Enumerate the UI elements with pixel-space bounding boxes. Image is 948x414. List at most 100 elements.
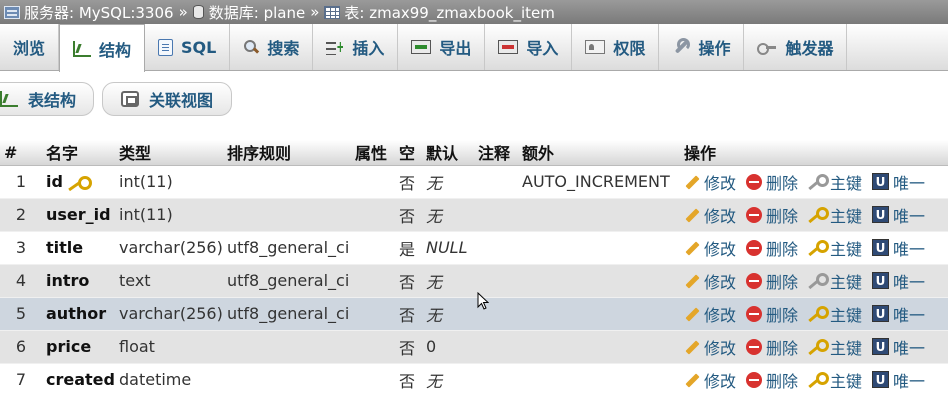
edit-button[interactable]: 修改 [684,335,736,359]
delete-button[interactable]: 删除 [746,302,798,326]
unique-button[interactable]: U 唯一 [872,269,925,293]
primary-key-button[interactable]: 主键 [808,203,862,227]
row-comment [474,362,518,396]
primary-label: 主键 [830,371,863,391]
row-name-cell: created [42,362,115,396]
table-row[interactable]: 1 id int(11) 否 无 AUTO_INCREMENT 修改 删除 主键… [0,164,948,198]
delete-icon [746,173,763,190]
tab-import[interactable]: 导入 [485,24,573,70]
unique-label: 唯一 [893,272,926,292]
edit-button[interactable]: 修改 [684,203,736,227]
primary-key-button: 主键 [808,170,862,194]
delete-button[interactable]: 删除 [746,203,798,227]
tab-search[interactable]: 搜索 [230,24,314,70]
row-collation: utf8_general_ci [223,230,351,264]
unique-button[interactable]: U 唯一 [872,236,925,260]
sql-icon [158,38,174,56]
key-icon [808,272,830,289]
table-row[interactable]: 7 created datetime 否 无 修改 删除 主键 U 唯一 [0,362,948,396]
subtab-table-structure[interactable]: 表结构 [0,82,94,116]
unique-button[interactable]: U 唯一 [872,170,925,194]
delete-button[interactable]: 删除 [746,236,798,260]
row-type: int(11) [115,197,223,231]
primary-key-button[interactable]: 主键 [808,335,862,359]
delete-button[interactable]: 删除 [746,335,798,359]
table-row[interactable]: 4 intro text utf8_general_ci 否 无 修改 删除 主… [0,263,948,297]
unique-icon: U [872,371,890,389]
tab-insert[interactable]: 插入 [313,24,399,70]
breadcrumb-database[interactable]: 数据库: plane [192,2,305,23]
unique-button[interactable]: U 唯一 [872,302,925,326]
edit-button[interactable]: 修改 [684,368,736,392]
tab-export[interactable]: 导出 [398,24,486,70]
field-name: created [46,370,115,390]
primary-key-button[interactable]: 主键 [808,302,862,326]
column-header-number: # [0,140,42,166]
table-row[interactable]: 6 price float 否 0 修改 删除 主键 U 唯一 [0,329,948,363]
tab-triggers[interactable]: 触发器 [744,24,848,70]
delete-label: 删除 [766,338,799,358]
delete-icon [746,239,763,256]
delete-button[interactable]: 删除 [746,170,798,194]
subtab-relation-view[interactable]: 关联视图 [102,82,232,116]
import-icon [498,40,519,54]
primary-key-button[interactable]: 主键 [808,236,862,260]
search-icon [243,39,259,55]
breadcrumb-server[interactable]: 服务器: MySQL:3306 [4,2,174,23]
edit-button[interactable]: 修改 [684,302,736,326]
primary-key-icon [67,175,92,190]
row-name-cell: user_id [42,197,115,231]
edit-button[interactable]: 修改 [684,269,736,293]
primary-label: 主键 [830,239,863,259]
row-type: varchar(256) [115,296,223,330]
delete-label: 删除 [766,371,799,391]
row-extra [518,263,680,297]
tab-browse[interactable]: 浏览 [0,24,60,70]
key-icon [808,371,830,388]
row-null: 否 [395,197,422,231]
unique-button[interactable]: U 唯一 [872,368,925,392]
table-row[interactable]: 3 title varchar(256) utf8_general_ci 是 N… [0,230,948,264]
tab-operations[interactable]: 操作 [659,24,745,70]
sub-tab-bar: 表结构 关联视图 [0,82,232,118]
delete-icon [746,272,763,289]
edit-label: 修改 [704,239,737,259]
breadcrumb-table[interactable]: 表: zmax99_zmaxbook_item [324,2,555,23]
delete-label: 删除 [766,206,799,226]
unique-icon: U [872,239,890,256]
row-default: 无 [422,296,474,330]
row-extra [518,329,680,363]
unique-label: 唯一 [893,206,926,226]
row-attributes [351,230,395,264]
tab-sql[interactable]: SQL [145,24,231,70]
unique-button[interactable]: U 唯一 [872,335,925,359]
row-null: 否 [395,164,422,198]
row-type: int(11) [115,164,223,198]
edit-button[interactable]: 修改 [684,170,736,194]
row-attributes [351,263,395,297]
structure-table: # 名字 类型 排序规则 属性 空 默认 注释 额外 操作 1 id int(1… [0,140,948,396]
table-row[interactable]: 5 author varchar(256) utf8_general_ci 否 … [0,296,948,330]
table-row[interactable]: 2 user_id int(11) 否 无 修改 删除 主键 U 唯一 [0,197,948,231]
row-type: text [115,263,223,297]
key-icon [808,239,830,256]
row-extra [518,362,680,396]
edit-label: 修改 [704,206,737,226]
delete-button[interactable]: 删除 [746,269,798,293]
primary-key-button[interactable]: 主键 [808,368,862,392]
row-null: 否 [395,263,422,297]
breadcrumb-table-label: 表: zmax99_zmaxbook_item [344,3,555,22]
edit-label: 修改 [704,272,737,292]
row-extra [518,230,680,264]
tab-privileges[interactable]: 权限 [572,24,660,70]
delete-button[interactable]: 删除 [746,368,798,392]
unique-button[interactable]: U 唯一 [872,203,925,227]
edit-button[interactable]: 修改 [684,236,736,260]
row-number: 3 [0,230,42,264]
tab-structure[interactable]: 结构 [59,24,146,72]
primary-label: 主键 [830,305,863,325]
row-actions: 修改 删除 主键 U 唯一 [680,230,948,264]
row-attributes [351,362,395,396]
table-structure-icon [0,91,18,107]
row-actions: 修改 删除 主键 U 唯一 [680,263,948,297]
